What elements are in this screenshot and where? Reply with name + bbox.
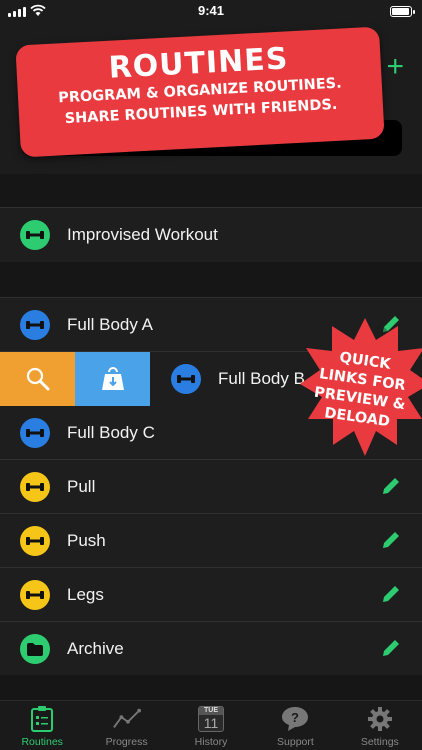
clipboard-icon bbox=[28, 705, 56, 733]
question-bubble-icon: ? bbox=[281, 705, 309, 733]
section-gap bbox=[0, 675, 422, 700]
tab-label: Progress bbox=[105, 736, 148, 748]
tab-label: Settings bbox=[360, 736, 399, 748]
dumbbell-icon bbox=[20, 418, 50, 448]
tab-bar: Routines Progress TUE 11 History ? Suppo… bbox=[0, 700, 422, 750]
add-routine-button[interactable]: + bbox=[386, 52, 404, 82]
routine-label: Archive bbox=[67, 639, 124, 658]
svg-text:?: ? bbox=[291, 710, 299, 725]
routine-row-archive[interactable]: Archive bbox=[0, 622, 422, 676]
magnifier-icon bbox=[26, 367, 49, 391]
edit-pencil-icon[interactable] bbox=[380, 583, 402, 605]
section-gap bbox=[0, 174, 422, 208]
dumbbell-icon bbox=[20, 310, 50, 340]
dumbbell-icon bbox=[171, 364, 201, 394]
status-bar: 9:41 bbox=[0, 0, 422, 22]
folder-icon bbox=[20, 634, 50, 664]
battery-icon bbox=[390, 6, 415, 17]
status-time: 9:41 bbox=[197, 3, 225, 18]
dumbbell-icon bbox=[20, 580, 50, 610]
calendar-icon: TUE 11 bbox=[197, 705, 225, 733]
improvised-workout-label: Improvised Workout bbox=[67, 225, 218, 244]
tab-routines[interactable]: Routines bbox=[0, 701, 84, 750]
routine-label: Full Body B bbox=[218, 369, 305, 388]
routine-label: Full Body A bbox=[67, 315, 153, 334]
tab-settings[interactable]: Settings bbox=[338, 701, 422, 750]
routine-label: Push bbox=[67, 531, 106, 550]
section-gap bbox=[0, 262, 422, 297]
routine-row-legs[interactable]: Legs bbox=[0, 568, 422, 622]
routine-label: Full Body C bbox=[67, 423, 155, 442]
improvised-workout-row[interactable]: Improvised Workout bbox=[0, 208, 422, 262]
dumbbell-icon bbox=[20, 220, 50, 250]
tab-label: Routines bbox=[21, 736, 63, 748]
promo-banner: ROUTINES PROGRAM & ORGANIZE ROUTINES. SH… bbox=[15, 26, 385, 158]
routine-row-push[interactable]: Push bbox=[0, 514, 422, 568]
tab-progress[interactable]: Progress bbox=[84, 701, 168, 750]
edit-pencil-icon[interactable] bbox=[380, 637, 402, 659]
preview-button[interactable] bbox=[0, 352, 75, 406]
weight-down-icon bbox=[101, 367, 124, 390]
tab-label: Support bbox=[277, 736, 314, 748]
routine-label: Legs bbox=[67, 585, 104, 604]
dumbbell-icon bbox=[20, 472, 50, 502]
chart-line-icon bbox=[112, 705, 141, 733]
calendar-day: 11 bbox=[203, 715, 219, 731]
edit-pencil-icon[interactable] bbox=[380, 529, 402, 551]
tab-label: History bbox=[194, 736, 228, 748]
dumbbell-icon bbox=[20, 526, 50, 556]
gear-icon bbox=[366, 705, 394, 733]
routine-row-pull[interactable]: Pull bbox=[0, 460, 422, 514]
deload-button[interactable] bbox=[75, 352, 150, 406]
tab-support[interactable]: ? Support bbox=[253, 701, 337, 750]
calendar-month: TUE bbox=[199, 707, 224, 715]
edit-pencil-icon[interactable] bbox=[380, 475, 402, 497]
routine-label: Pull bbox=[67, 477, 96, 496]
improvised-section: Improvised Workout bbox=[0, 207, 422, 263]
tab-history[interactable]: TUE 11 History bbox=[169, 701, 253, 750]
